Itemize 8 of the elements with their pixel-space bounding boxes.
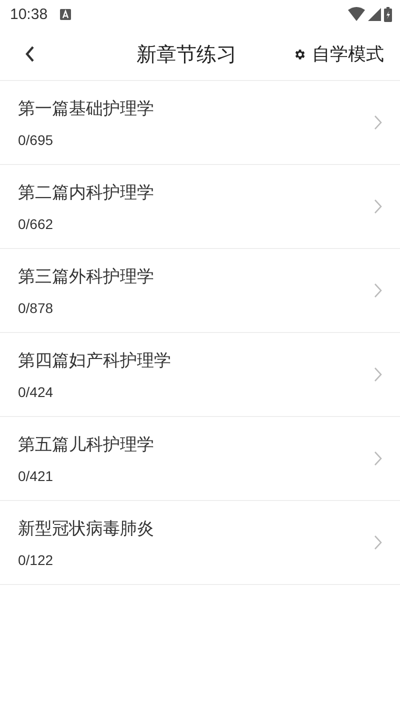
chapter-title: 第四篇妇产科护理学 [18,350,172,372]
chapter-title: 第五篇儿科护理学 [18,434,155,456]
chapter-title: 第一篇基础护理学 [18,98,155,120]
chapter-title: 第二篇内科护理学 [18,182,155,204]
chapter-title: 第三篇外科护理学 [18,266,155,288]
page-title: 新章节练习 [136,40,238,68]
chapter-title: 新型冠状病毒肺炎 [18,518,155,540]
status-time: 10:38 [10,6,48,22]
